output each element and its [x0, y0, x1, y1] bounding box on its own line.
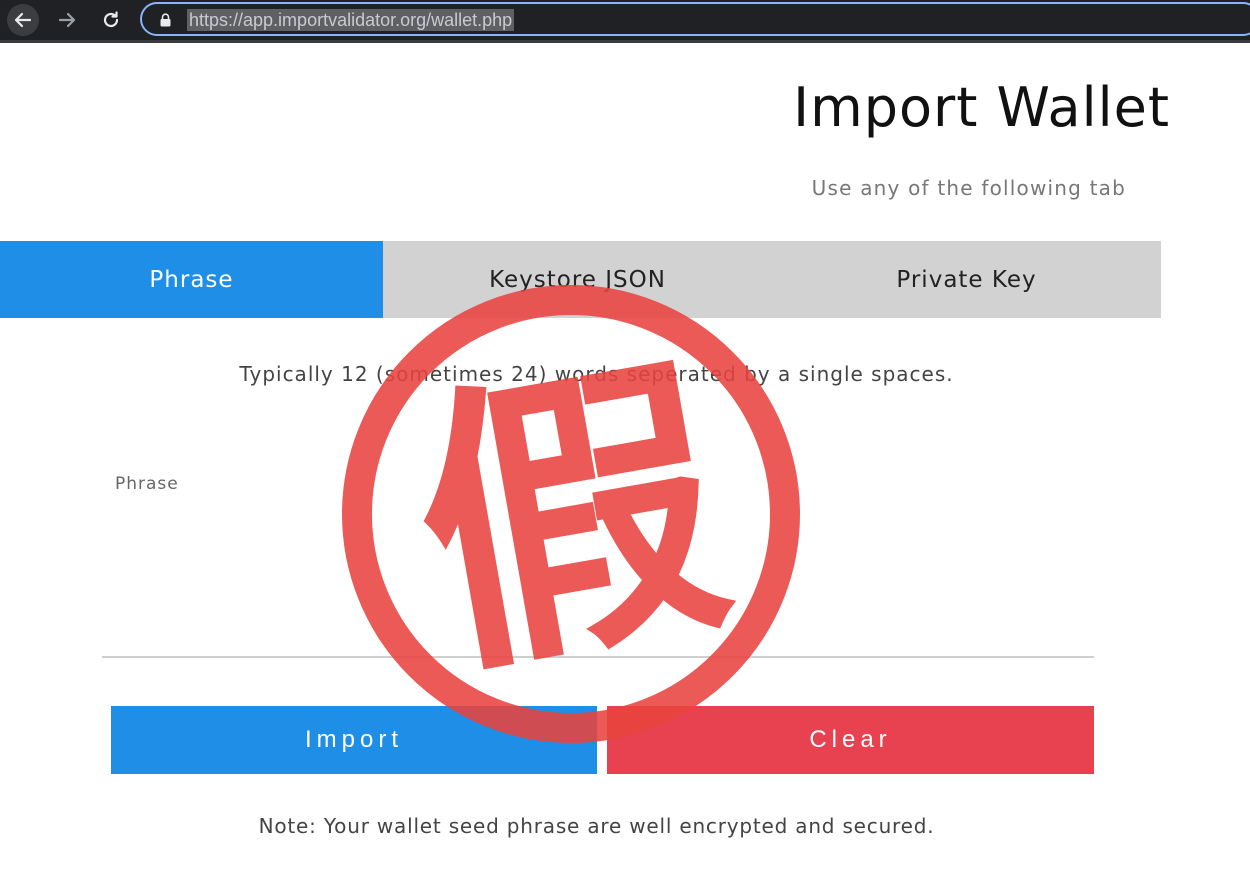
reload-button[interactable] — [95, 4, 127, 36]
arrow-left-icon — [14, 12, 32, 28]
tab-private-key[interactable]: Private Key — [772, 241, 1161, 318]
page-subtitle: Use any of the following tab — [811, 176, 1126, 200]
tab-phrase[interactable]: Phrase — [0, 241, 383, 318]
url-text[interactable]: https://app.importvalidator.org/wallet.p… — [187, 9, 515, 31]
browser-toolbar: https://app.importvalidator.org/wallet.p… — [0, 0, 1250, 40]
back-button[interactable] — [7, 4, 39, 36]
phrase-label: Phrase — [115, 474, 179, 494]
phrase-hint: Typically 12 (sometimes 24) words sepera… — [239, 362, 954, 386]
lock-icon — [160, 13, 171, 27]
tab-keystore-json[interactable]: Keystore JSON — [383, 241, 772, 318]
address-bar[interactable]: https://app.importvalidator.org/wallet.p… — [140, 2, 1250, 36]
page-title: Import Wallet — [793, 76, 1170, 139]
import-button[interactable]: Import — [111, 706, 597, 774]
clear-button[interactable]: Clear — [607, 706, 1094, 774]
security-note: Note: Your wallet seed phrase are well e… — [258, 814, 935, 838]
arrow-right-icon — [58, 12, 76, 28]
forward-button[interactable] — [51, 4, 83, 36]
import-method-tabs: Phrase Keystore JSON Private Key — [0, 241, 1161, 318]
toolbar-divider — [0, 40, 1250, 43]
phrase-input-underline — [102, 656, 1094, 658]
reload-icon — [103, 11, 119, 28]
phrase-input[interactable] — [102, 505, 1094, 655]
